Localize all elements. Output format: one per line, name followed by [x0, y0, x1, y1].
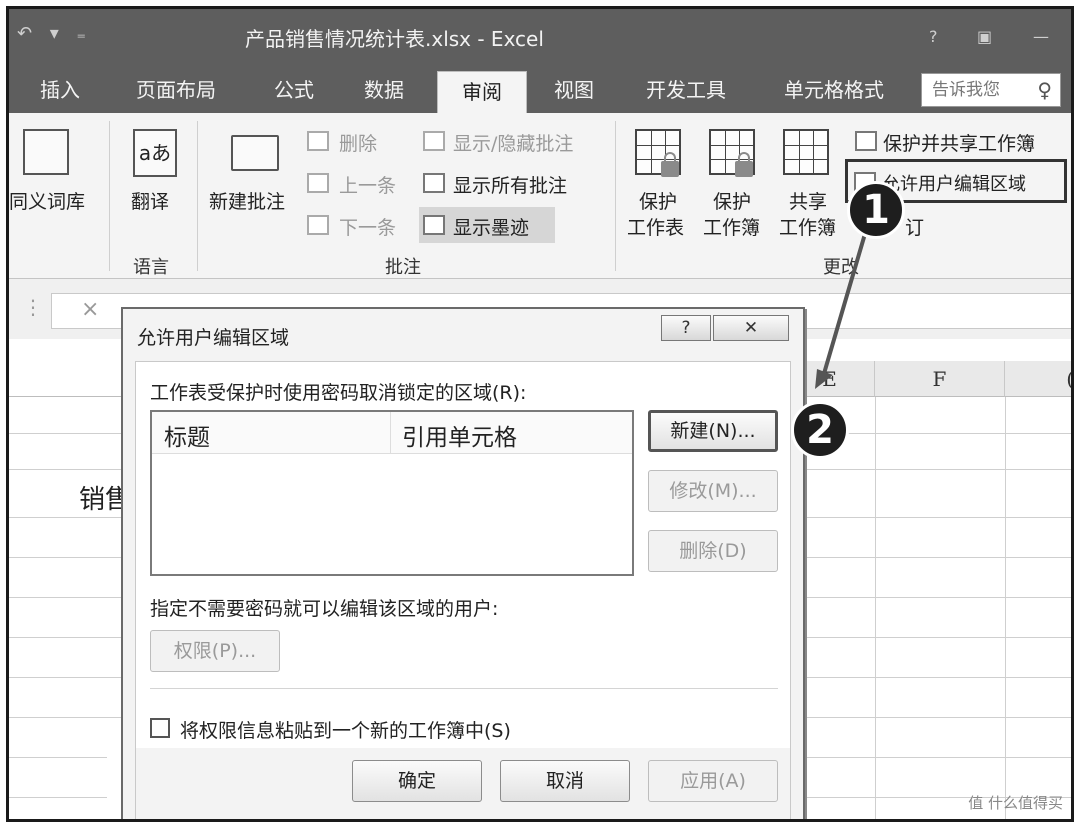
- track-changes-button[interactable]: 订: [905, 213, 924, 240]
- ranges-list[interactable]: 标题 引用单元格: [150, 410, 634, 576]
- step-marker-2: 2: [791, 401, 849, 459]
- show-hide-comment-button[interactable]: 显示/隐藏批注: [453, 129, 573, 156]
- paste-permissions-label: 将权限信息粘贴到一个新的工作簿中(S): [180, 720, 511, 742]
- translate-icon: aあ: [133, 129, 177, 177]
- tab-formulas[interactable]: 公式: [259, 67, 329, 113]
- separator: [197, 121, 198, 271]
- tab-view[interactable]: 视图: [539, 67, 609, 113]
- protect-share-icon: [855, 131, 877, 151]
- protect-sheet-line1[interactable]: 保护: [639, 187, 677, 214]
- step-marker-1: 1: [847, 181, 905, 239]
- protect-workbook-line2[interactable]: 工作簿: [703, 213, 760, 240]
- show-hide-comment-icon: [423, 131, 445, 151]
- dialog-footer: 确定 取消 应用(A): [136, 748, 790, 819]
- tab-data[interactable]: 数据: [349, 67, 419, 113]
- delete-comment-icon: [307, 131, 329, 151]
- ranges-label: 工作表受保护时使用密码取消锁定的区域(R):: [150, 382, 527, 404]
- protect-workbook-line1[interactable]: 保护: [713, 187, 751, 214]
- tell-me-box[interactable]: 告诉我您 ♀: [921, 73, 1061, 107]
- tab-review[interactable]: 审阅: [437, 71, 527, 113]
- group-label-comments: 批注: [385, 257, 421, 278]
- dialog-body: 工作表受保护时使用密码取消锁定的区域(R): 标题 引用单元格 新建(N)...…: [135, 361, 791, 819]
- excel-window: ↶ ▾ ₌ 产品销售情况统计表.xlsx - Excel ? ▣ — 插入 页面…: [6, 6, 1074, 822]
- separator: [615, 121, 616, 271]
- ribbon-tabs: 插入 页面布局 公式 数据 审阅 视图 开发工具 单元格格式: [9, 67, 1071, 113]
- allow-edit-ranges-label: 允许用户编辑区域: [882, 174, 1026, 195]
- next-comment-icon: [307, 215, 329, 235]
- watermark: 值 什么值得买: [968, 794, 1063, 812]
- tab-insert[interactable]: 插入: [25, 67, 95, 113]
- separator: [109, 121, 110, 271]
- ok-button[interactable]: 确定: [352, 760, 482, 802]
- column-line: [1005, 397, 1006, 819]
- window-title: 产品销售情况统计表.xlsx - Excel: [245, 27, 544, 51]
- ranges-list-header: 标题 引用单元格: [152, 412, 632, 454]
- allow-edit-ranges-dialog: 允许用户编辑区域 ? ✕ 工作表受保护时使用密码取消锁定的区域(R): 标题 引…: [121, 307, 805, 819]
- column-line: [875, 397, 876, 819]
- users-label: 指定不需要密码就可以编辑该区域的用户:: [150, 598, 499, 620]
- column-header-f[interactable]: F: [875, 361, 1005, 397]
- thesaurus-icon: [23, 129, 69, 175]
- dialog-help-button[interactable]: ?: [661, 315, 711, 341]
- show-ink-button[interactable]: 显示墨迹: [453, 213, 529, 240]
- column-header-g[interactable]: (: [1005, 361, 1071, 397]
- next-comment-button[interactable]: 下一条: [339, 213, 396, 240]
- share-workbook-line2[interactable]: 工作簿: [779, 213, 836, 240]
- apply-button[interactable]: 应用(A): [648, 760, 778, 802]
- cancel-formula-icon[interactable]: ×: [81, 297, 99, 322]
- tab-page-layout[interactable]: 页面布局: [121, 67, 231, 113]
- previous-comment-icon: [307, 173, 329, 193]
- dialog-title: 允许用户编辑区域: [137, 327, 290, 349]
- help-icon[interactable]: ?: [929, 27, 938, 46]
- column-refers-to: 引用单元格: [402, 425, 517, 451]
- group-label-changes: 更改: [823, 257, 859, 278]
- divider: [150, 688, 778, 689]
- new-range-button[interactable]: 新建(N)...: [648, 410, 778, 452]
- tab-developer[interactable]: 开发工具: [631, 67, 741, 113]
- tell-me-placeholder: 告诉我您: [932, 80, 1000, 100]
- previous-comment-button[interactable]: 上一条: [339, 171, 396, 198]
- ribbon-display-icon[interactable]: ▣: [977, 27, 992, 46]
- cancel-button[interactable]: 取消: [500, 760, 630, 802]
- title-bar: ↶ ▾ ₌ 产品销售情况统计表.xlsx - Excel ? ▣ —: [9, 9, 1071, 67]
- delete-comment-button[interactable]: 删除: [339, 129, 377, 156]
- new-comment-button[interactable]: 新建批注: [209, 187, 285, 214]
- lightbulb-icon: ♀: [1037, 78, 1052, 102]
- lock-icon: [661, 152, 679, 177]
- share-workbook-line1[interactable]: 共享: [789, 187, 827, 214]
- column-divider: [390, 412, 391, 454]
- share-workbook-icon: [783, 129, 829, 175]
- protect-sheet-line2[interactable]: 工作表: [627, 213, 684, 240]
- show-ink-icon: [423, 215, 445, 235]
- paste-permissions-checkbox[interactable]: [150, 718, 170, 738]
- tab-cell-format[interactable]: 单元格格式: [769, 67, 899, 113]
- modify-range-button[interactable]: 修改(M)...: [648, 470, 778, 512]
- lock-icon: [735, 152, 753, 177]
- thesaurus-button[interactable]: 同义词库: [9, 187, 85, 214]
- translate-button[interactable]: 翻译: [131, 187, 169, 214]
- show-all-comments-button[interactable]: 显示所有批注: [453, 171, 567, 198]
- formula-bar-grip: ⋮: [23, 295, 43, 319]
- minimize-button[interactable]: —: [1033, 27, 1049, 46]
- group-label-language: 语言: [133, 257, 169, 278]
- permissions-button[interactable]: 权限(P)...: [150, 630, 280, 672]
- column-title: 标题: [164, 425, 210, 451]
- quick-access-toolbar[interactable]: ↶ ▾ ₌: [17, 23, 92, 44]
- dialog-close-button[interactable]: ✕: [713, 315, 789, 341]
- protect-share-button[interactable]: 保护并共享工作簿: [883, 129, 1035, 156]
- show-all-comments-icon: [423, 173, 445, 193]
- delete-range-button[interactable]: 删除(D): [648, 530, 778, 572]
- new-comment-icon: [231, 135, 279, 171]
